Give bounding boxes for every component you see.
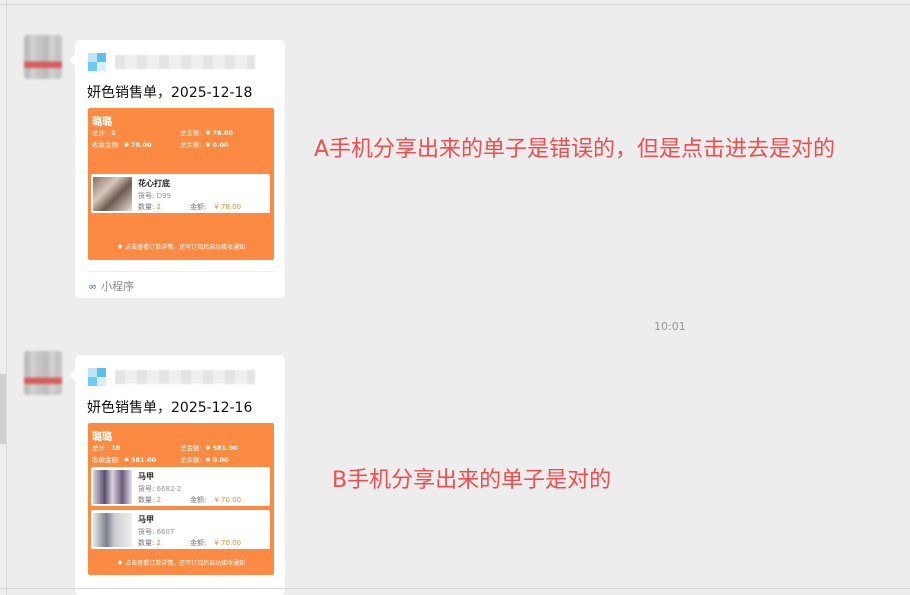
bell-icon: ♦ [116,243,124,251]
card-title: 妍色销售单，2025-12-18 [87,85,253,101]
item-quantity: 数量: 2 [138,203,162,211]
item-name: 花心打底 [138,179,170,188]
item-code: 货号: 6607 [138,528,175,536]
left-edge-handle[interactable] [0,374,6,444]
balance-amount: 总余额: ¥ 0.00 [180,141,229,149]
sales-order-preview[interactable]: 璐璐 总计: 2 总金额: ¥ 78.00 收款金额: ¥ 78.00 总余额: ¥ 0… [88,108,274,260]
avatar[interactable] [24,351,62,395]
mini-program-logo-icon [88,368,106,386]
order-item[interactable]: 花心打底 货号: D99 数量: 2 金额: ¥ 78.00 [91,174,270,213]
top-divider [0,4,910,5]
item-quantity: 数量: 2 [138,539,162,547]
total-count: 总计: 2 [92,129,116,137]
blurred-sender-name [115,55,255,69]
mini-program-header [88,51,258,71]
item-code: 货号: D99 [138,192,171,200]
card-divider [88,271,274,272]
item-code: 货号: 6682-2 [138,485,182,493]
received-amount: 收款金额: ¥ 581.00 [92,456,157,464]
timestamp: 10:01 [654,320,686,333]
item-name: 马甲 [138,472,154,481]
product-thumbnail [93,177,132,211]
item-amount: 金额: ¥ 70.00 [190,496,242,504]
mini-program-card-message[interactable]: 妍色销售单，2025-12-18 璐璐 总计: 2 总金额: ¥ 78.00 收款金… [69,40,285,298]
total-count: 总计: 18 [92,444,121,452]
mini-program-footer: ∞ 小程序 [88,280,135,293]
annotation-b: B手机分享出来的单子是对的 [332,468,612,493]
item-amount: 金额: ¥ 70.00 [190,539,242,547]
card-title: 妍色销售单，2025-12-16 [87,400,253,416]
mini-program-card-message[interactable]: 妍色销售单，2025-12-16 璐璐 总计: 18 总金额: ¥ 581.00 收… [69,355,285,595]
bottom-divider [0,588,910,589]
total-amount: 总金额: ¥ 78.00 [180,129,234,137]
item-amount: 金额: ¥ 78.00 [190,203,242,211]
shop-name: 璐璐 [92,117,112,128]
annotation-a: A手机分享出来的单子是错误的，但是点击进去是对的 [314,137,836,162]
mini-program-header [88,366,258,386]
left-divider [6,0,7,595]
received-amount: 收款金额: ¥ 78.00 [92,141,152,149]
item-quantity: 数量: 2 [138,496,162,504]
blurred-sender-name [115,370,255,384]
order-item[interactable]: 马甲 货号: 6607 数量: 2 金额: ¥ 70.00 [91,510,270,549]
mini-program-logo-icon [88,53,106,71]
sales-order-preview[interactable]: 璐璐 总计: 18 总金额: ¥ 581.00 收款金额: ¥ 581.00 总余额:… [88,423,274,575]
subscribe-notice: ♦ 点击查看订单详情，还可订阅后自动接收通知 [116,559,246,567]
avatar[interactable] [24,35,62,79]
item-name: 马甲 [138,515,154,524]
subscribe-notice: ♦ 点击查看订单详情，还可订阅后自动接收通知 [116,243,246,251]
product-thumbnail [93,513,132,547]
order-item[interactable]: 马甲 货号: 6682-2 数量: 2 金额: ¥ 70.00 [91,467,270,506]
link-icon: ∞ [88,280,98,293]
product-thumbnail [93,470,132,504]
balance-amount: 总余额: ¥ 0.00 [180,456,229,464]
shop-name: 璐璐 [92,432,112,443]
total-amount: 总金额: ¥ 581.00 [180,444,238,452]
bell-icon: ♦ [116,559,124,567]
